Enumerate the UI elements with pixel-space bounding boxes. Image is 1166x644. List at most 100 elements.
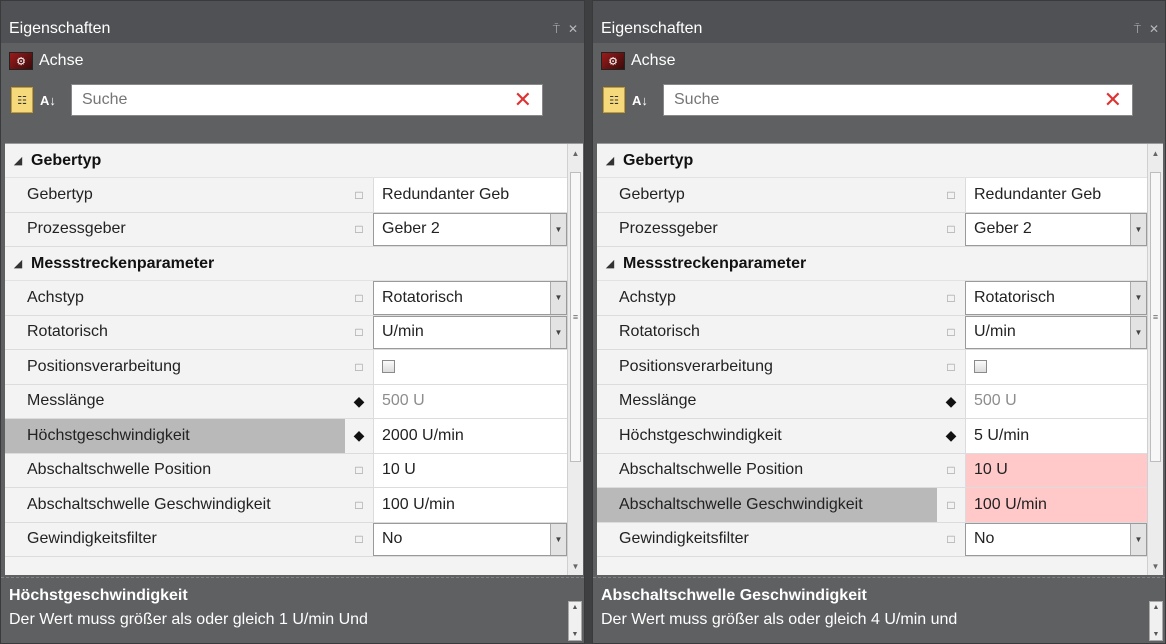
property-row[interactable]: Messlänge ◆ 500 U bbox=[5, 384, 567, 419]
property-name[interactable]: Messlänge bbox=[5, 384, 345, 418]
dropdown-arrow-icon[interactable]: ▼ bbox=[1130, 282, 1146, 314]
property-name[interactable]: Prozessgeber bbox=[5, 212, 345, 246]
property-value[interactable]: 100 U/min bbox=[965, 488, 1147, 522]
property-name[interactable]: Gebertyp bbox=[597, 178, 937, 212]
property-value[interactable]: 2000 U/min bbox=[373, 419, 567, 453]
category-row[interactable]: ◢ Messstreckenparameter bbox=[5, 247, 567, 281]
property-value[interactable]: 100 U/min bbox=[373, 488, 567, 522]
property-value[interactable]: 10 U bbox=[373, 453, 567, 487]
scroll-down-icon[interactable]: ▼ bbox=[572, 631, 579, 638]
property-name[interactable]: Positionsverarbeitung bbox=[5, 350, 345, 384]
vertical-scrollbar[interactable]: ▲ ≡ ▼ bbox=[1147, 144, 1163, 575]
sort-alphabetical-icon[interactable]: A↓ bbox=[629, 87, 651, 113]
close-icon[interactable]: ✕ bbox=[568, 22, 578, 37]
close-icon[interactable]: ✕ bbox=[1149, 22, 1159, 37]
property-row[interactable]: Gewindigkeitsfilter □ No ▼ bbox=[597, 522, 1147, 557]
property-name[interactable]: Achstyp bbox=[597, 281, 937, 315]
scroll-down-icon[interactable]: ▼ bbox=[1153, 631, 1160, 638]
property-row[interactable]: Rotatorisch □ U/min ▼ bbox=[5, 315, 567, 350]
property-name[interactable]: Positionsverarbeitung bbox=[597, 350, 937, 384]
property-dropdown[interactable]: U/min ▼ bbox=[965, 315, 1147, 349]
scroll-down-icon[interactable]: ▼ bbox=[568, 557, 583, 575]
dropdown-arrow-icon[interactable]: ▼ bbox=[550, 316, 566, 348]
property-row[interactable]: Gebertyp □ Redundanter Geb bbox=[597, 178, 1147, 213]
property-value[interactable]: 5 U/min bbox=[965, 419, 1147, 453]
property-row[interactable]: Achstyp □ Rotatorisch ▼ bbox=[5, 281, 567, 316]
property-name[interactable]: Höchstgeschwindigkeit bbox=[597, 419, 937, 453]
dropdown-arrow-icon[interactable]: ▼ bbox=[550, 282, 566, 314]
dropdown-arrow-icon[interactable]: ▼ bbox=[550, 523, 566, 555]
search-input[interactable] bbox=[82, 91, 482, 109]
dropdown-arrow-icon[interactable]: ▼ bbox=[1130, 213, 1146, 245]
category-row[interactable]: ◢ Gebertyp bbox=[597, 144, 1147, 178]
search-input[interactable] bbox=[674, 91, 1074, 109]
scrollbar-thumb[interactable]: ≡ bbox=[570, 172, 581, 462]
property-checkbox-cell[interactable] bbox=[373, 350, 567, 384]
property-dropdown[interactable]: Rotatorisch ▼ bbox=[373, 281, 567, 315]
property-row[interactable]: Gewindigkeitsfilter □ No ▼ bbox=[5, 522, 567, 557]
search-box[interactable]: ✕ bbox=[71, 84, 543, 116]
property-name[interactable]: Gewindigkeitsfilter bbox=[597, 522, 937, 556]
property-row[interactable]: Prozessgeber □ Geber 2 ▼ bbox=[597, 212, 1147, 247]
scroll-up-icon[interactable]: ▲ bbox=[572, 604, 579, 611]
property-row[interactable]: Gebertyp □ Redundanter Geb bbox=[5, 178, 567, 213]
property-name[interactable]: Rotatorisch bbox=[597, 315, 937, 349]
property-name[interactable]: Rotatorisch bbox=[5, 315, 345, 349]
categorized-view-icon[interactable]: ☷ bbox=[603, 87, 625, 113]
property-dropdown[interactable]: Geber 2 ▼ bbox=[965, 212, 1147, 246]
property-dropdown[interactable]: No ▼ bbox=[965, 522, 1147, 556]
sort-alphabetical-icon[interactable]: A↓ bbox=[37, 87, 59, 113]
dropdown-arrow-icon[interactable]: ▼ bbox=[1130, 523, 1146, 555]
scroll-down-icon[interactable]: ▼ bbox=[1148, 557, 1163, 575]
property-dropdown[interactable]: Rotatorisch ▼ bbox=[965, 281, 1147, 315]
clear-search-icon[interactable]: ✕ bbox=[1104, 89, 1122, 111]
search-box[interactable]: ✕ bbox=[663, 84, 1133, 116]
collapse-triangle-icon[interactable]: ◢ bbox=[597, 257, 623, 270]
scrollbar-thumb[interactable]: ≡ bbox=[1150, 172, 1161, 462]
property-row[interactable]: Achstyp □ Rotatorisch ▼ bbox=[597, 281, 1147, 316]
clear-search-icon[interactable]: ✕ bbox=[514, 89, 532, 111]
scroll-up-icon[interactable]: ▲ bbox=[568, 144, 583, 162]
property-row[interactable]: Prozessgeber □ Geber 2 ▼ bbox=[5, 212, 567, 247]
property-dropdown[interactable]: No ▼ bbox=[373, 522, 567, 556]
dropdown-arrow-icon[interactable]: ▼ bbox=[550, 213, 566, 245]
property-row[interactable]: Messlänge ◆ 500 U bbox=[597, 384, 1147, 419]
vertical-scrollbar[interactable]: ▲ ≡ ▼ bbox=[567, 144, 583, 575]
property-name[interactable]: Messlänge bbox=[597, 384, 937, 418]
property-value[interactable]: 10 U bbox=[965, 453, 1147, 487]
categorized-view-icon[interactable]: ☷ bbox=[11, 87, 33, 113]
dropdown-arrow-icon[interactable]: ▼ bbox=[1130, 316, 1146, 348]
property-name[interactable]: Gewindigkeitsfilter bbox=[5, 522, 345, 556]
collapse-triangle-icon[interactable]: ◢ bbox=[597, 154, 623, 167]
property-checkbox-cell[interactable] bbox=[965, 350, 1147, 384]
property-row[interactable]: Rotatorisch □ U/min ▼ bbox=[597, 315, 1147, 350]
property-row[interactable]: Positionsverarbeitung □ bbox=[597, 350, 1147, 385]
category-row[interactable]: ◢ Gebertyp bbox=[5, 144, 567, 178]
collapse-triangle-icon[interactable]: ◢ bbox=[5, 257, 31, 270]
pin-icon[interactable]: ⍑ bbox=[1134, 22, 1141, 37]
property-name[interactable]: Abschaltschwelle Geschwindigkeit bbox=[597, 488, 937, 522]
property-row[interactable]: Abschaltschwelle Position □ 10 U bbox=[5, 453, 567, 488]
scroll-up-icon[interactable]: ▲ bbox=[1153, 604, 1160, 611]
category-row[interactable]: ◢ Messstreckenparameter bbox=[597, 247, 1147, 281]
checkbox[interactable] bbox=[382, 360, 395, 374]
property-name[interactable]: Achstyp bbox=[5, 281, 345, 315]
collapse-triangle-icon[interactable]: ◢ bbox=[5, 154, 31, 167]
property-value[interactable]: Redundanter Geb bbox=[373, 178, 567, 212]
description-scrollbar[interactable]: ▲ ▼ bbox=[568, 601, 582, 641]
property-value[interactable]: Redundanter Geb bbox=[965, 178, 1147, 212]
checkbox[interactable] bbox=[974, 360, 987, 374]
property-name[interactable]: Abschaltschwelle Geschwindigkeit bbox=[5, 488, 345, 522]
property-row[interactable]: Abschaltschwelle Position □ 10 U bbox=[597, 453, 1147, 488]
property-name[interactable]: Abschaltschwelle Position bbox=[597, 453, 937, 487]
property-row[interactable]: Höchstgeschwindigkeit ◆ 2000 U/min bbox=[5, 419, 567, 454]
pin-icon[interactable]: ⍑ bbox=[553, 22, 560, 37]
property-dropdown[interactable]: U/min ▼ bbox=[373, 315, 567, 349]
property-row[interactable]: Höchstgeschwindigkeit ◆ 5 U/min bbox=[597, 419, 1147, 454]
property-dropdown[interactable]: Geber 2 ▼ bbox=[373, 212, 567, 246]
description-scrollbar[interactable]: ▲ ▼ bbox=[1149, 601, 1163, 641]
property-row[interactable]: Positionsverarbeitung □ bbox=[5, 350, 567, 385]
scroll-up-icon[interactable]: ▲ bbox=[1148, 144, 1163, 162]
property-name[interactable]: Gebertyp bbox=[5, 178, 345, 212]
property-name[interactable]: Höchstgeschwindigkeit bbox=[5, 419, 345, 453]
